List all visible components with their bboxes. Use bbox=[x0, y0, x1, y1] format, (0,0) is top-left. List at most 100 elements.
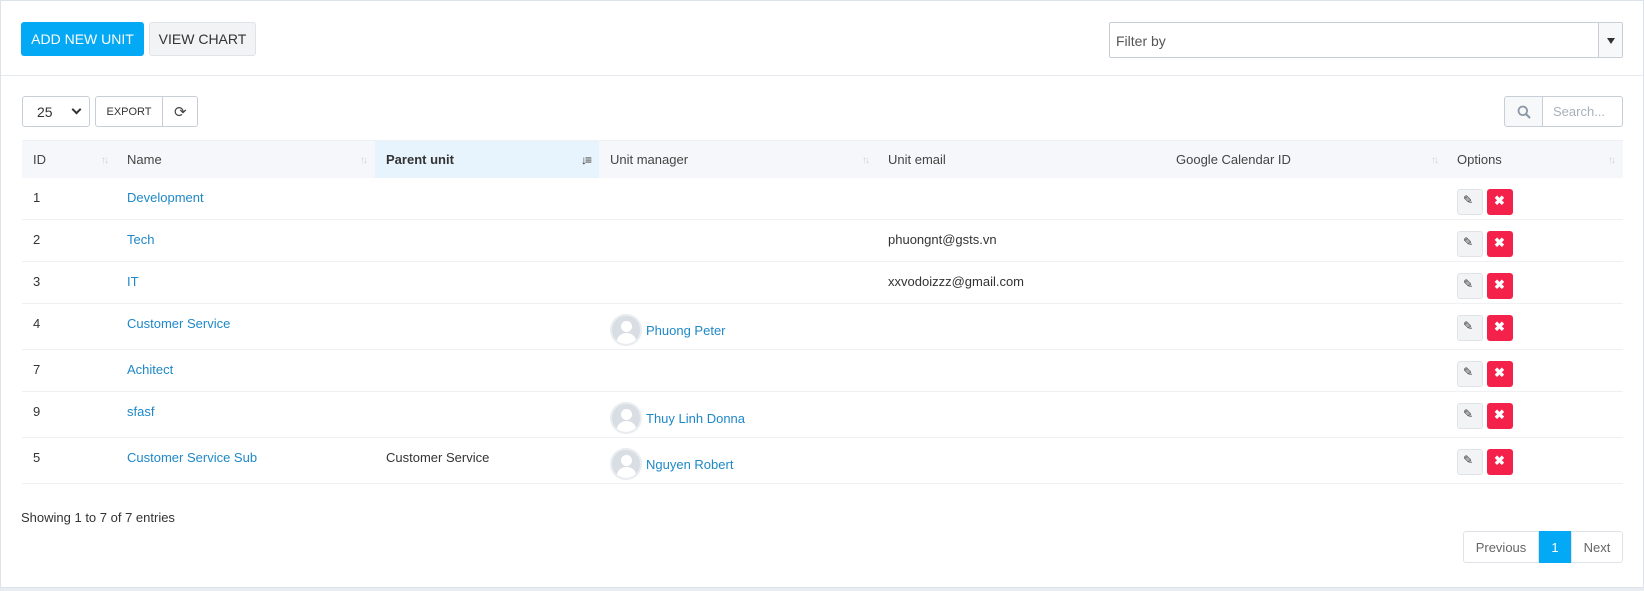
column-header-options[interactable]: Options ↑↓ bbox=[1446, 140, 1623, 178]
delete-icon: ✖ bbox=[1494, 277, 1505, 292]
add-new-unit-button[interactable]: ADD NEW UNIT bbox=[21, 22, 144, 56]
cell-parent bbox=[375, 303, 599, 350]
cell-calendar bbox=[1165, 303, 1446, 350]
page-length-select[interactable]: 25 bbox=[22, 96, 90, 127]
edit-icon: ✎ bbox=[1463, 319, 1474, 333]
cell-name: Development bbox=[116, 177, 375, 220]
delete-icon: ✖ bbox=[1494, 192, 1505, 208]
delete-button[interactable]: ✖ bbox=[1487, 273, 1513, 299]
cell-manager bbox=[599, 177, 877, 220]
parent-unit-text bbox=[386, 350, 599, 362]
sort-icon: ↑↓ bbox=[1431, 155, 1439, 166]
calendar-text bbox=[1176, 350, 1446, 362]
cell-email bbox=[877, 303, 1165, 350]
filter-placeholder: Filter by bbox=[1116, 33, 1166, 49]
edit-button[interactable]: ✎ bbox=[1457, 315, 1483, 341]
id-text: 4 bbox=[33, 316, 41, 331]
previous-page-button[interactable]: Previous bbox=[1463, 531, 1539, 563]
unit-name-link[interactable]: Achitect bbox=[127, 350, 375, 377]
search-icon bbox=[1517, 105, 1531, 119]
edit-button[interactable]: ✎ bbox=[1457, 231, 1483, 257]
unit-name-link[interactable]: Customer Service bbox=[127, 304, 375, 331]
filter-by-select[interactable]: Filter by bbox=[1109, 22, 1623, 58]
refresh-icon: ⟳ bbox=[174, 104, 187, 121]
delete-icon: ✖ bbox=[1494, 235, 1505, 250]
edit-button[interactable]: ✎ bbox=[1457, 273, 1483, 299]
export-button[interactable]: EXPORT bbox=[95, 96, 163, 127]
unit-name-link[interactable]: IT bbox=[127, 262, 375, 289]
cell-manager: Phuong Peter bbox=[599, 303, 877, 350]
cell-parent bbox=[375, 177, 599, 220]
manager-link[interactable]: Nguyen Robert bbox=[646, 457, 733, 472]
column-header-unit-email[interactable]: Unit email bbox=[877, 140, 1165, 178]
column-header-unit-manager[interactable]: Unit manager ↑↓ bbox=[599, 140, 877, 178]
id-text: 7 bbox=[33, 362, 41, 377]
parent-unit-text bbox=[386, 178, 599, 190]
parent-unit-text bbox=[386, 392, 599, 404]
cell-id: 2 bbox=[22, 219, 116, 262]
table-row: 7 Achitect ✎ ✖ bbox=[22, 349, 1623, 392]
cell-id: 3 bbox=[22, 261, 116, 304]
column-header-name[interactable]: Name ↑↓ bbox=[116, 140, 375, 178]
cell-manager: Thuy Linh Donna bbox=[599, 391, 877, 438]
edit-button[interactable]: ✎ bbox=[1457, 449, 1483, 475]
cell-manager bbox=[599, 261, 877, 304]
chevron-down-icon bbox=[71, 104, 82, 115]
unit-name-link[interactable]: Customer Service Sub bbox=[127, 438, 375, 465]
id-text: 5 bbox=[33, 450, 41, 465]
refresh-button[interactable]: ⟳ bbox=[162, 96, 198, 127]
delete-button[interactable]: ✖ bbox=[1487, 231, 1513, 257]
id-text: 9 bbox=[33, 404, 41, 419]
column-label: Google Calendar ID bbox=[1176, 151, 1291, 167]
delete-button[interactable]: ✖ bbox=[1487, 188, 1513, 215]
cell-email bbox=[877, 391, 1165, 438]
delete-icon: ✖ bbox=[1494, 407, 1505, 422]
manager-link[interactable]: Phuong Peter bbox=[646, 323, 726, 338]
cell-name: IT bbox=[116, 261, 375, 304]
page-length-value: 25 bbox=[37, 104, 53, 120]
unit-name-link[interactable]: Tech bbox=[127, 220, 375, 247]
calendar-text bbox=[1176, 392, 1446, 404]
cell-parent bbox=[375, 219, 599, 262]
email-text: xxvodoizzz@gmail.com bbox=[888, 274, 1025, 289]
page-1-button[interactable]: 1 bbox=[1539, 531, 1571, 563]
cell-id: 5 bbox=[22, 437, 116, 484]
cell-options: ✎ ✖ bbox=[1446, 437, 1623, 484]
column-label: Name bbox=[127, 151, 162, 167]
caret-down-icon[interactable] bbox=[1598, 23, 1622, 57]
edit-icon: ✎ bbox=[1463, 277, 1474, 291]
edit-icon: ✎ bbox=[1463, 407, 1474, 421]
cell-name: Achitect bbox=[116, 349, 375, 392]
cell-name: Customer Service Sub bbox=[116, 437, 375, 484]
table-row: 4 Customer Service Phuong Peter ✎ ✖ bbox=[22, 303, 1623, 350]
next-page-button[interactable]: Next bbox=[1571, 531, 1623, 563]
pagination: Previous 1 Next bbox=[1463, 531, 1623, 563]
units-panel: ADD NEW UNIT VIEW CHART Filter by 25 EXP… bbox=[0, 0, 1644, 588]
search-input[interactable] bbox=[1542, 96, 1623, 127]
cell-calendar bbox=[1165, 177, 1446, 220]
column-header-id[interactable]: ID ↑↓ bbox=[22, 140, 116, 178]
view-chart-button[interactable]: VIEW CHART bbox=[149, 22, 256, 56]
delete-button[interactable]: ✖ bbox=[1487, 315, 1513, 341]
edit-button[interactable]: ✎ bbox=[1457, 361, 1483, 387]
delete-button[interactable]: ✖ bbox=[1487, 403, 1513, 429]
cell-name: Tech bbox=[116, 219, 375, 262]
parent-unit-text: Customer Service bbox=[386, 450, 490, 465]
unit-name-link[interactable]: Development bbox=[127, 178, 375, 205]
edit-button[interactable]: ✎ bbox=[1457, 403, 1483, 429]
cell-options: ✎ ✖ bbox=[1446, 349, 1623, 392]
email-text bbox=[888, 304, 1165, 316]
manager-link[interactable]: Thuy Linh Donna bbox=[646, 411, 745, 426]
column-label: Unit email bbox=[888, 151, 946, 167]
sort-icon: ↑↓ bbox=[1608, 155, 1616, 166]
delete-button[interactable]: ✖ bbox=[1487, 361, 1513, 387]
column-label: Options bbox=[1457, 151, 1502, 167]
delete-button[interactable]: ✖ bbox=[1487, 449, 1513, 475]
cell-email bbox=[877, 177, 1165, 220]
column-header-parent-unit[interactable]: Parent unit ↓≡ bbox=[375, 140, 599, 178]
cell-id: 7 bbox=[22, 349, 116, 392]
calendar-text bbox=[1176, 220, 1446, 232]
unit-name-link[interactable]: sfasf bbox=[127, 392, 375, 419]
edit-button[interactable]: ✎ bbox=[1457, 188, 1483, 215]
column-header-google-calendar-id[interactable]: Google Calendar ID ↑↓ bbox=[1165, 140, 1446, 178]
